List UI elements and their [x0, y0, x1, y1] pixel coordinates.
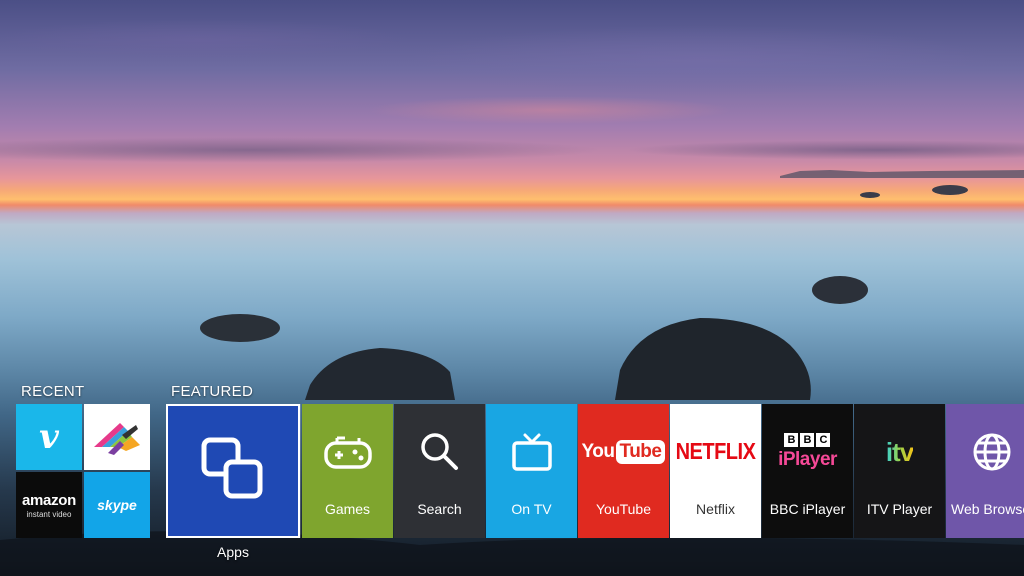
bbc-block: B — [800, 433, 815, 447]
tile-bbc-iplayer[interactable]: B B C iPlayer BBC iPlayer — [762, 404, 853, 538]
skype-logo: skype — [97, 497, 137, 513]
recent-tile-vimeo[interactable]: v — [16, 404, 82, 470]
recent-tile-skype[interactable]: skype — [84, 472, 150, 538]
tile-search-label: Search — [417, 501, 462, 517]
tile-games[interactable]: Games — [302, 404, 393, 538]
netflix-logo-wrap: NETFLIX — [670, 426, 761, 478]
tile-netflix[interactable]: NETFLIX Netflix — [670, 404, 761, 538]
bbc-block: B — [784, 433, 799, 447]
bbc-iplayer-logo: B B C iPlayer — [762, 426, 853, 478]
tile-youtube-label: YouTube — [595, 501, 651, 517]
netflix-logo: NETFLIX — [675, 438, 756, 465]
tile-web-browser-label: Web Browser — [951, 501, 1024, 517]
tile-on-tv-label: On TV — [511, 501, 552, 517]
youtube-logo-you: You — [581, 441, 615, 462]
tile-search[interactable]: Search — [394, 404, 485, 538]
search-icon — [394, 426, 485, 478]
globe-icon — [946, 426, 1024, 478]
youtube-logo: You Tube — [578, 426, 669, 478]
featured-row: Games Search On TV You Tube YouTube NETF… — [166, 404, 1024, 538]
itv-logo: itv — [885, 436, 914, 467]
tile-itv-player[interactable]: itv ITV Player — [854, 404, 945, 538]
amazon-logo: amazon — [21, 491, 77, 509]
tile-web-browser[interactable]: Web Browser — [946, 404, 1024, 538]
tile-netflix-label: Netflix — [696, 501, 735, 517]
bbc-block: C — [816, 433, 831, 447]
recent-tile-channel-4[interactable] — [84, 404, 150, 470]
channel-4-logo — [94, 423, 140, 455]
gamepad-icon — [302, 426, 393, 478]
tile-apps[interactable] — [166, 404, 300, 538]
iplayer-wordmark: iPlayer — [778, 449, 837, 470]
featured-label: FEATURED — [171, 383, 254, 400]
tile-itv-player-label: ITV Player — [866, 501, 933, 517]
tile-games-label: Games — [324, 501, 371, 517]
apps-icon — [168, 436, 298, 502]
tile-on-tv[interactable]: On TV — [486, 404, 577, 538]
itv-logo-wrap: itv — [854, 426, 945, 478]
amazon-logo-subtitle: instant video — [26, 509, 72, 519]
recent-tile-amazon[interactable]: amazon instant video — [16, 472, 82, 538]
tv-icon — [486, 426, 577, 478]
tile-apps-label: Apps — [217, 544, 249, 560]
tile-bbc-iplayer-label: BBC iPlayer — [769, 501, 846, 517]
youtube-logo-tube: Tube — [615, 440, 666, 464]
vimeo-logo: v — [39, 417, 59, 457]
recent-apps-grid: v amazon instant video skype — [16, 404, 150, 538]
tile-youtube[interactable]: You Tube YouTube — [578, 404, 669, 538]
recent-label: RECENT — [21, 383, 85, 400]
